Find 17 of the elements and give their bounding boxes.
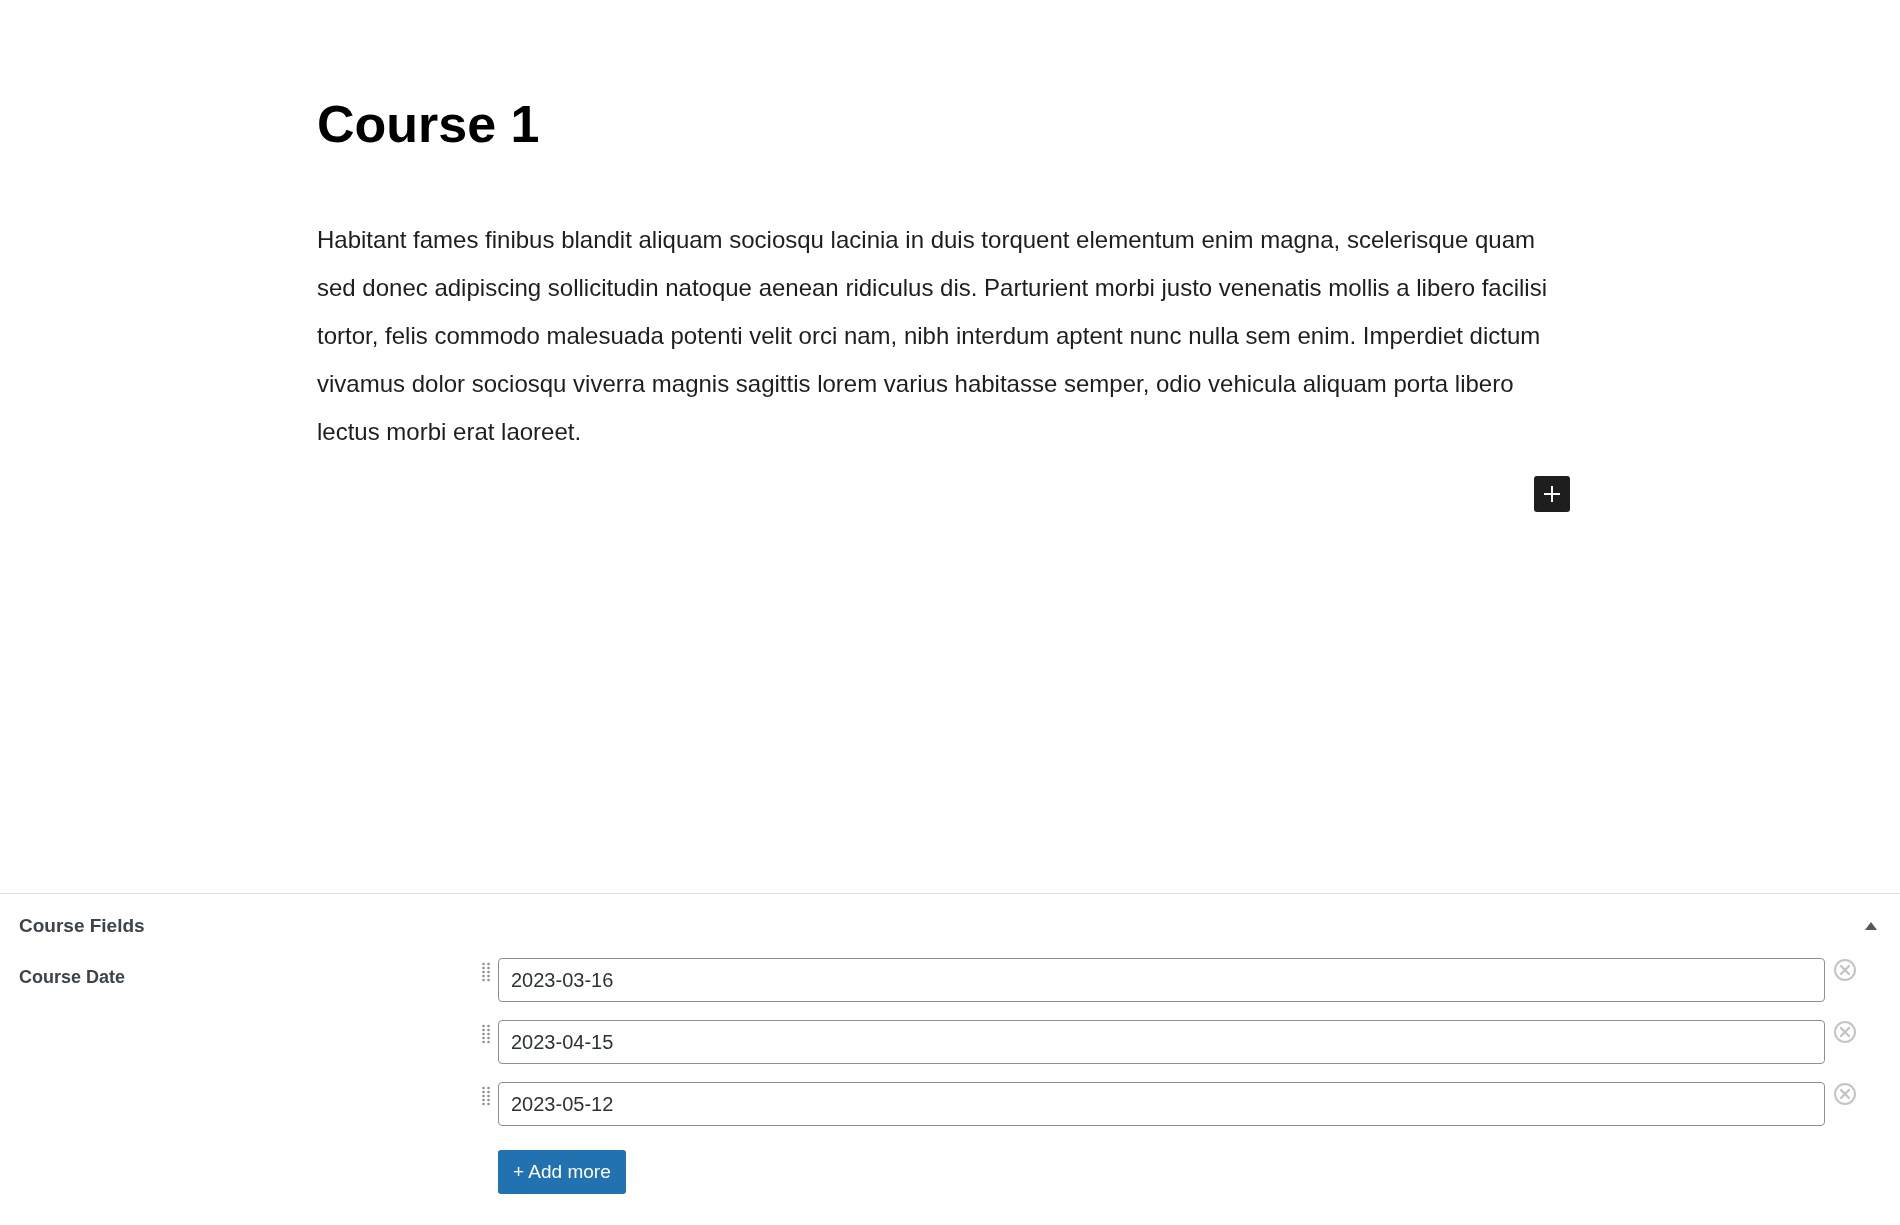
drag-handle-icon[interactable] xyxy=(482,1024,490,1044)
collapse-arrow-icon[interactable] xyxy=(1864,921,1878,931)
add-more-button[interactable]: + Add more xyxy=(498,1150,626,1194)
date-field[interactable]: 2023-04-15 xyxy=(498,1020,1825,1064)
post-body: Habitant fames finibus blandit aliquam sociosqu lacinia in duis torquent elementum enim magna, scelerisque quam sed donec adipiscing sollicitudin natoque aenean ridiculus dis. Parturient morbi justo venenatis mollis a libero facilisi tortor, felis commodo malesuada potenti velit orci nam, nibh interdum aptent nunc nulla sem enim. Imperdiet dictum vivamus dolor sociosqu viverra magnis sagittis lorem varius habitasse semper, odio vehicula aliquam porta libero lectus morbi erat laoreet. xyxy=(317,225,1548,447)
plus-icon xyxy=(1542,484,1562,504)
add-block-button[interactable] xyxy=(1534,476,1570,512)
remove-icon[interactable] xyxy=(1833,958,1857,982)
drag-handle-icon[interactable] xyxy=(482,1086,490,1106)
panel-title: Course Fields xyxy=(19,913,145,938)
field-label: Course Date xyxy=(19,967,126,987)
date-field[interactable]: 2023-03-16 xyxy=(498,958,1825,1002)
post-title: Course 1 xyxy=(317,94,541,155)
drag-handle-icon[interactable] xyxy=(482,962,490,982)
remove-icon[interactable] xyxy=(1833,1020,1857,1044)
date-field[interactable]: 2023-05-12 xyxy=(498,1082,1825,1126)
remove-icon[interactable] xyxy=(1833,1082,1857,1106)
